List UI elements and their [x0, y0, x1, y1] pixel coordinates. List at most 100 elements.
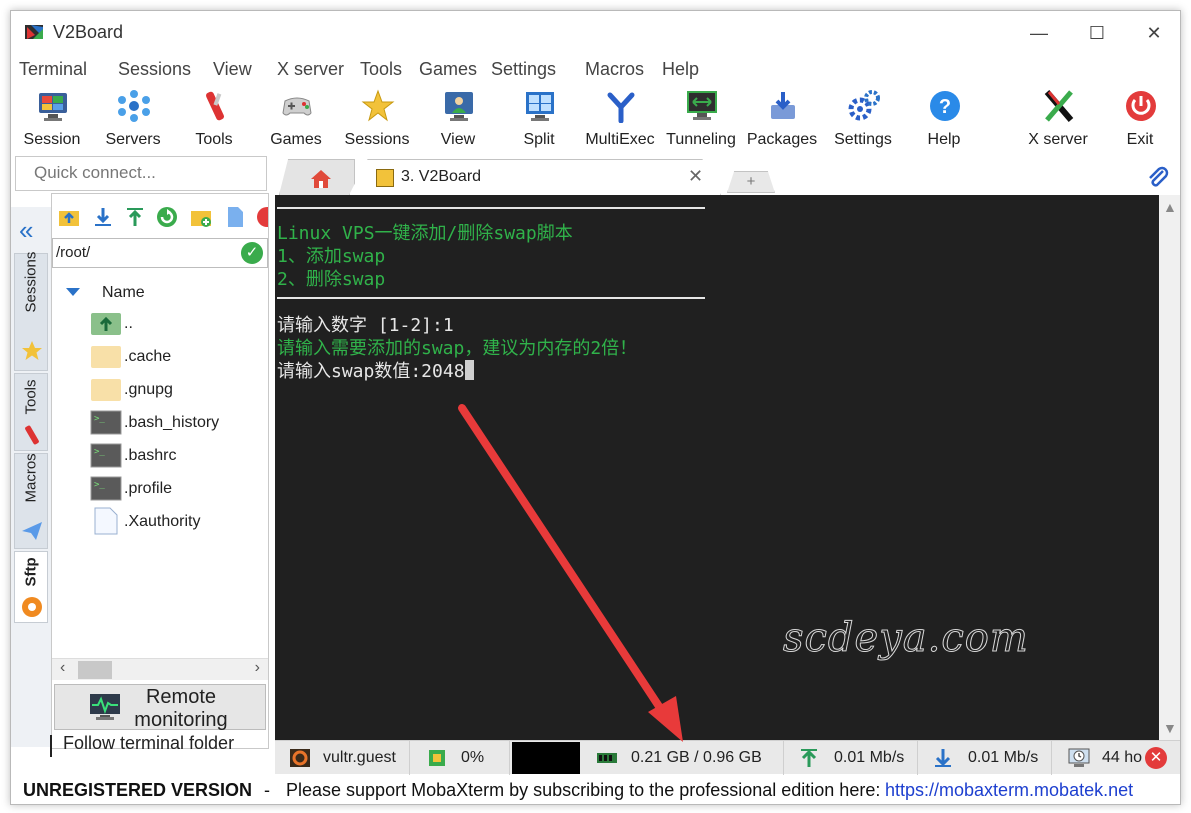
close-tab-icon[interactable]: ✕: [688, 166, 703, 187]
sftp-path-input[interactable]: /root/ ✓: [52, 238, 268, 268]
menu-settings[interactable]: Settings: [491, 59, 556, 80]
support-message: Please support MobaXterm by subscribing …: [286, 780, 881, 800]
menu-help[interactable]: Help: [662, 59, 699, 80]
minimize-button[interactable]: —: [1016, 19, 1062, 47]
help-label: Help: [927, 131, 961, 148]
sftp-toolbar: [52, 194, 268, 238]
scroll-right-icon[interactable]: ›: [255, 659, 260, 677]
collapse-sidebar-icon[interactable]: «: [19, 215, 33, 246]
servers-button[interactable]: Servers: [94, 87, 172, 153]
tab-sessions[interactable]: Sessions: [14, 251, 48, 371]
tab-v2board[interactable]: 3. V2Board ✕: [349, 159, 721, 195]
follow-terminal-checkbox[interactable]: [50, 735, 52, 757]
menu-bar: Terminal Sessions View X server Tools Ga…: [11, 55, 1180, 85]
split-icon: [526, 92, 554, 121]
file-icon: [94, 507, 118, 535]
session-button[interactable]: Session: [13, 87, 91, 153]
tab-sessions-label: Sessions: [22, 251, 40, 313]
window-title: V2Board: [53, 22, 124, 42]
close-window-button[interactable]: ✕: [1131, 19, 1177, 47]
scroll-left-icon[interactable]: ‹: [60, 659, 65, 677]
exit-button[interactable]: Exit: [1101, 87, 1179, 153]
settings-button[interactable]: Settings: [824, 87, 902, 153]
menu-macros[interactable]: Macros: [585, 59, 644, 80]
folder-icon: [91, 346, 121, 368]
paper-plane-icon: [22, 522, 42, 540]
terminal-file-icon: >_: [90, 410, 122, 435]
new-tab-button[interactable]: +: [727, 171, 775, 193]
file-row[interactable]: >_ .bashrc: [90, 440, 265, 470]
remote-monitoring-button[interactable]: Remote monitoring: [54, 684, 266, 732]
scroll-thumb[interactable]: [78, 661, 112, 679]
terminal-output[interactable]: Linux VPS一键添加/删除swap脚本 1、添加swap 2、删除swap…: [275, 195, 1159, 740]
tab-sftp[interactable]: Sftp: [14, 551, 48, 623]
maximize-button[interactable]: ☐: [1074, 19, 1120, 47]
refresh-icon[interactable]: [156, 206, 178, 228]
menu-terminal[interactable]: Terminal: [19, 59, 87, 80]
paperclip-icon[interactable]: [1145, 165, 1171, 191]
tab-home[interactable]: [279, 159, 355, 195]
follow-terminal-folder-label[interactable]: Follow terminal folder: [63, 733, 234, 754]
menu-view[interactable]: View: [213, 59, 252, 80]
download-icon[interactable]: [92, 206, 114, 228]
mobatek-link[interactable]: https://mobaxterm.mobatek.net: [885, 780, 1133, 801]
status-uptime-text: 44 ho: [1102, 749, 1142, 766]
new-folder-icon[interactable]: [190, 206, 212, 228]
close-status-icon[interactable]: ✕: [1145, 747, 1167, 769]
help-icon: ?: [930, 91, 960, 121]
scroll-up-icon[interactable]: ▲: [1163, 199, 1177, 215]
tunneling-button[interactable]: Tunneling: [662, 87, 740, 153]
vertical-scrollbar[interactable]: ▲ ▼: [1159, 195, 1180, 740]
unregistered-label: UNREGISTERED VERSION: [23, 780, 253, 800]
status-upload: 0.01 Mb/s: [784, 741, 918, 775]
folder-icon: [91, 379, 121, 401]
status-uptime: 44 ho: [1052, 741, 1142, 775]
checkmark-icon[interactable]: ✓: [241, 242, 263, 264]
upload-icon[interactable]: [124, 206, 146, 228]
parent-folder-icon[interactable]: [58, 206, 80, 228]
svg-text:>_: >_: [94, 480, 105, 490]
tab-tools[interactable]: Tools: [14, 373, 48, 451]
menu-sessions[interactable]: Sessions: [118, 59, 191, 80]
file-row[interactable]: >_ .bash_history: [90, 407, 265, 437]
games-button[interactable]: Games: [257, 87, 335, 153]
menu-games[interactable]: Games: [419, 59, 477, 80]
tools-icon: [206, 91, 224, 121]
exit-label: Exit: [1126, 131, 1154, 148]
xserver-button[interactable]: X server: [1019, 87, 1097, 153]
status-host: vultr.guest: [275, 741, 410, 775]
sftp-panel: /root/ ✓ Name .. .cache .gnupg >_ .bash_…: [51, 193, 269, 749]
delete-icon[interactable]: [256, 206, 268, 228]
file-row[interactable]: .cache: [90, 341, 265, 371]
menu-x-server[interactable]: X server: [277, 59, 344, 80]
remote-monitoring-line1: Remote: [145, 686, 217, 708]
terminal-file-icon: >_: [90, 476, 122, 501]
scroll-down-icon[interactable]: ▼: [1163, 720, 1177, 736]
file-row[interactable]: .gnupg: [90, 374, 265, 404]
file-row[interactable]: >_ .profile: [90, 473, 265, 503]
multiexec-button[interactable]: MultiExec: [581, 87, 659, 153]
sessions-button[interactable]: Sessions: [338, 87, 416, 153]
split-button[interactable]: Split: [500, 87, 578, 153]
sftp-path-text: /root/: [56, 244, 91, 261]
new-file-icon[interactable]: [224, 206, 246, 228]
status-cpu-text: 0%: [461, 749, 485, 766]
menu-tools[interactable]: Tools: [360, 59, 402, 80]
status-upload-text: 0.01 Mb/s: [834, 749, 905, 766]
packages-button[interactable]: Packages: [743, 87, 821, 153]
tab-tools-label: Tools: [22, 379, 40, 415]
help-button[interactable]: ? Help: [905, 87, 983, 153]
view-button[interactable]: View: [419, 87, 497, 153]
status-host-text: vultr.guest: [323, 749, 396, 766]
file-row[interactable]: ..: [90, 308, 265, 338]
tab-macros[interactable]: Macros: [14, 453, 48, 549]
horizontal-scrollbar[interactable]: ‹ ›: [52, 658, 268, 680]
packages-icon: [771, 92, 795, 119]
quick-connect-input[interactable]: Quick connect...: [15, 156, 267, 191]
tools-button[interactable]: Tools: [175, 87, 253, 153]
sftp-icon: [22, 597, 42, 617]
sort-caret-icon: [66, 288, 80, 296]
remote-monitoring-label: Remote monitoring: [129, 686, 233, 732]
file-row[interactable]: .Xauthority: [90, 506, 265, 536]
terminal-separator: [277, 297, 705, 299]
